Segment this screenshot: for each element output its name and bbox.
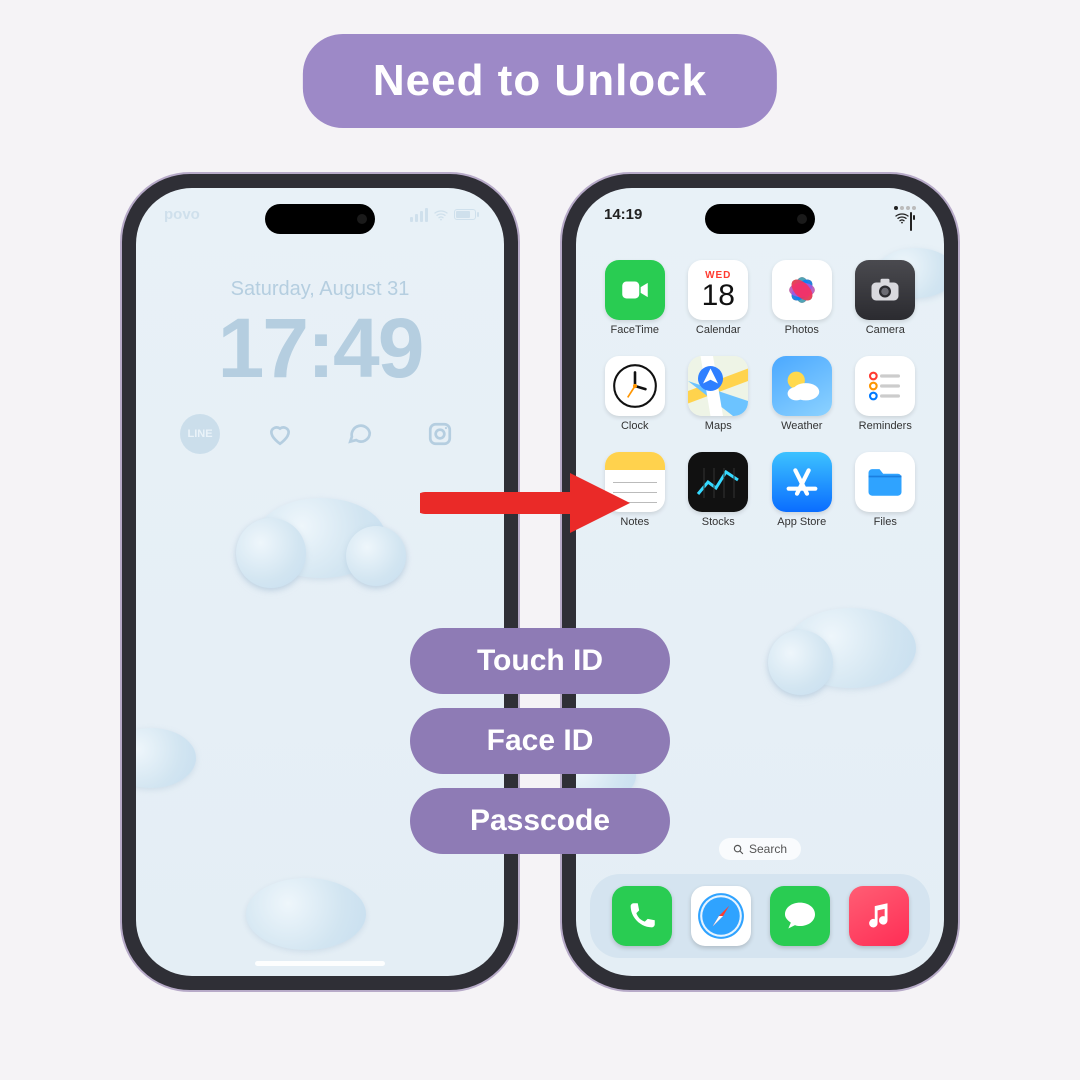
camera-icon — [855, 260, 915, 320]
clock-icon — [605, 356, 665, 416]
reminders-icon — [855, 356, 915, 416]
app-messages[interactable] — [770, 886, 830, 946]
app-label: Clock — [621, 420, 649, 432]
app-camera[interactable]: Camera — [847, 260, 925, 336]
instagram-icon — [420, 414, 460, 454]
app-photos[interactable]: Photos — [763, 260, 841, 336]
app-files[interactable]: Files — [847, 452, 925, 528]
app-label: FaceTime — [611, 324, 660, 336]
app-label: Calendar — [696, 324, 741, 336]
app-label: Camera — [866, 324, 905, 336]
app-label: Photos — [785, 324, 819, 336]
search-pill[interactable]: Search — [719, 838, 801, 860]
home-indicator[interactable] — [255, 961, 385, 966]
phone-icon — [625, 899, 659, 933]
phone-unlocked: 14:19 FaceTime WED 18 Calendar — [560, 172, 960, 992]
lock-widgets: LINE — [136, 414, 504, 454]
method-face-id: Face ID — [410, 708, 670, 774]
lock-screen: povo Saturday, August 31 17:49 LINE — [136, 188, 504, 976]
app-calendar[interactable]: WED 18 Calendar — [680, 260, 758, 336]
carrier-label: povo — [164, 206, 200, 223]
title-pill: Need to Unlock — [303, 34, 777, 128]
search-label: Search — [749, 842, 787, 856]
files-icon — [855, 452, 915, 512]
app-label: Reminders — [859, 420, 912, 432]
method-touch-id: Touch ID — [410, 628, 670, 694]
app-phone[interactable] — [612, 886, 672, 946]
battery-icon — [910, 212, 912, 231]
app-weather[interactable]: Weather — [763, 356, 841, 432]
messages-icon — [780, 896, 820, 936]
method-passcode: Passcode — [410, 788, 670, 854]
app-music[interactable] — [849, 886, 909, 946]
app-reminders[interactable]: Reminders — [847, 356, 925, 432]
wifi-icon — [433, 207, 449, 223]
battery-icon — [454, 209, 476, 220]
heart-icon — [260, 414, 300, 454]
app-safari[interactable] — [691, 886, 751, 946]
line-icon: LINE — [180, 414, 220, 454]
wifi-icon — [894, 210, 910, 226]
lock-time: 17:49 — [136, 300, 504, 397]
photos-icon — [772, 260, 832, 320]
music-icon — [862, 899, 896, 933]
app-label: Stocks — [702, 516, 735, 528]
app-grid: FaceTime WED 18 Calendar — [576, 260, 944, 528]
phone-locked: povo Saturday, August 31 17:49 LINE — [120, 172, 520, 992]
maps-icon — [688, 356, 748, 416]
calendar-icon: WED 18 — [688, 260, 748, 320]
lock-date: Saturday, August 31 — [136, 278, 504, 301]
stocks-icon — [688, 452, 748, 512]
weather-icon — [772, 356, 832, 416]
app-facetime[interactable]: FaceTime — [596, 260, 674, 336]
home-screen: 14:19 FaceTime WED 18 Calendar — [576, 188, 944, 976]
app-appstore[interactable]: App Store — [763, 452, 841, 528]
app-clock[interactable]: Clock — [596, 356, 674, 432]
app-label: Files — [874, 516, 897, 528]
dock — [590, 874, 930, 958]
status-bar: 14:19 — [576, 206, 944, 230]
app-stocks[interactable]: Stocks — [680, 452, 758, 528]
status-time: 14:19 — [604, 206, 642, 230]
facetime-icon — [605, 260, 665, 320]
app-maps[interactable]: Maps — [680, 356, 758, 432]
app-label: Weather — [781, 420, 822, 432]
app-label: App Store — [777, 516, 826, 528]
search-icon — [733, 844, 744, 855]
calendar-day: 18 — [702, 281, 735, 311]
status-bar: povo — [136, 206, 504, 223]
app-label: Maps — [705, 420, 732, 432]
arrow-icon — [420, 468, 630, 538]
chat-icon — [340, 414, 380, 454]
safari-icon — [696, 891, 746, 941]
appstore-icon — [772, 452, 832, 512]
signal-icon — [410, 208, 428, 222]
unlock-methods: Touch ID Face ID Passcode — [410, 628, 670, 854]
